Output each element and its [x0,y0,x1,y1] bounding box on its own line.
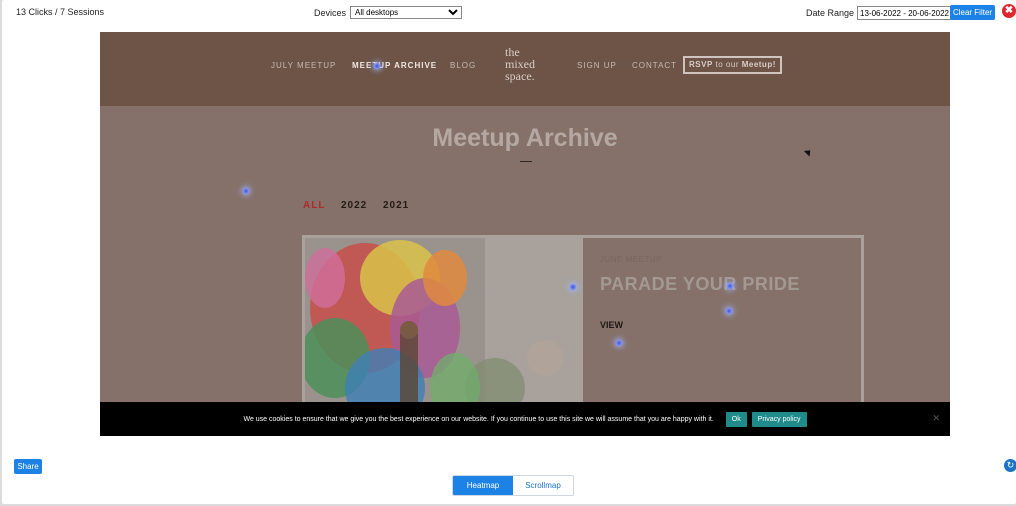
parade-illustration [305,238,583,422]
nav-item-meetup-archive[interactable]: MEETUP ARCHIVE [352,61,437,70]
devices-label: Devices [314,7,347,18]
clear-filter-button[interactable]: Clear Filter [950,5,995,20]
page-title: Meetup Archive [432,124,618,152]
date-range-label: Date Range [806,8,855,18]
cookie-banner: We use cookies to ensure that we give yo… [100,402,950,436]
site-preview: JULY MEETUP MEETUP ARCHIVE BLOG the mixe… [100,32,950,436]
privacy-policy-button[interactable]: Privacy policy [751,411,807,427]
nav-item-sign-up[interactable]: SIGN UP [577,61,617,70]
refresh-icon[interactable]: ↻ [1004,459,1016,472]
devices-filter: Devices All desktops [314,6,463,19]
nav-item-contact[interactable]: CONTACT [632,61,677,70]
filter-2021[interactable]: 2021 [383,200,409,211]
date-range-filter: Date Range [806,6,953,20]
click-marker [373,62,381,70]
card-view-link[interactable]: VIEW [600,320,623,330]
cookie-text: We use cookies to ensure that we give yo… [243,415,714,423]
cookie-ok-button[interactable]: Ok [725,411,747,427]
card-title: PARADE YOUR PRIDE [600,274,800,294]
site-navigation: JULY MEETUP MEETUP ARCHIVE BLOG the mixe… [100,32,950,106]
parade-image [305,238,583,422]
click-marker [726,282,734,290]
filter-2022[interactable]: 2022 [341,200,367,211]
title-divider [520,161,532,162]
rsvp-text: RSVP [689,60,713,69]
click-marker [569,283,577,291]
meetup-card[interactable]: JUNE MEETUP PARADE YOUR PRIDE VIEW [302,235,864,425]
rsvp-text: Meetup! [741,60,776,69]
cookie-close-icon[interactable]: ✕ [932,413,940,424]
devices-select[interactable]: All desktops [350,6,463,19]
nav-item-july-meetup[interactable]: JULY MEETUP [271,61,336,70]
site-logo[interactable]: the mixed space. [505,46,553,82]
click-marker [725,307,733,315]
heatmap-modal: 13 Clicks / 7 Sessions Devices All deskt… [2,0,1016,504]
click-marker [242,187,250,195]
click-session-stats: 13 Clicks / 7 Sessions [16,7,105,17]
click-marker [615,339,623,347]
tab-heatmap[interactable]: Heatmap [453,476,513,495]
filter-all[interactable]: ALL [303,200,325,211]
logo-line: space. [505,69,535,83]
share-button[interactable]: Share [14,459,42,474]
date-range-input[interactable] [857,6,953,20]
view-toggle: Heatmap Scrollmap [452,475,574,496]
card-label: JUNE MEETUP [600,255,662,264]
close-icon[interactable]: ✖ [1002,4,1016,18]
rsvp-button[interactable]: RSVP to our Meetup! [683,56,782,74]
tab-scrollmap[interactable]: Scrollmap [513,476,573,495]
nav-item-blog[interactable]: BLOG [450,61,476,70]
rsvp-text: to our [712,60,742,69]
